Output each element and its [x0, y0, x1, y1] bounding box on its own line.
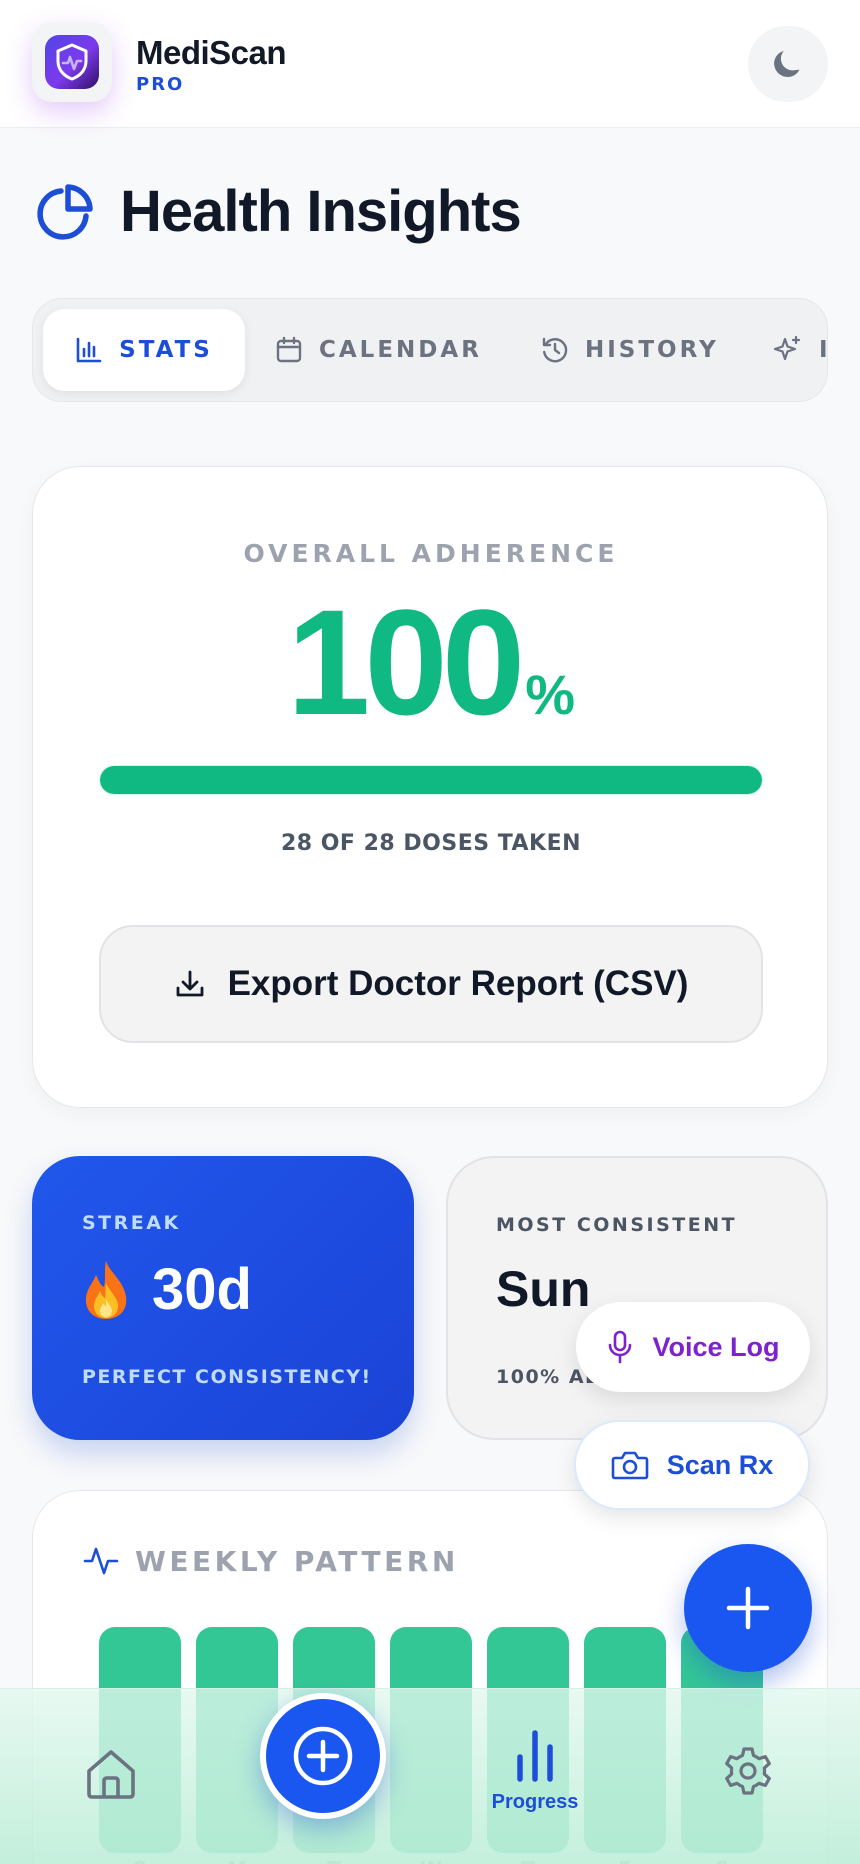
camera-icon — [611, 1451, 649, 1480]
most-consistent-label: MOST CONSISTENT — [496, 1214, 738, 1236]
tab-label: I — [819, 337, 827, 363]
add-circle-icon — [293, 1726, 353, 1786]
streak-note: PERFECT CONSISTENCY! — [82, 1366, 372, 1388]
scan-rx-button[interactable]: Scan Rx — [574, 1420, 810, 1510]
shield-logo-icon — [45, 35, 99, 89]
adherence-label: OVERALL ADHERENCE — [243, 539, 619, 568]
tab-label: HISTORY — [585, 337, 719, 363]
weekly-pattern-header: WEEKLY PATTERN — [83, 1543, 459, 1579]
adherence-progress-fill — [100, 766, 762, 794]
activity-icon — [83, 1547, 119, 1575]
app-header: MediScan PRO — [0, 0, 860, 128]
tab-insights[interactable]: I — [773, 309, 827, 391]
app-logo[interactable] — [32, 22, 112, 102]
adherence-value: 100% — [33, 587, 829, 737]
adherence-percent: 100 — [286, 578, 525, 746]
tab-label: CALENDAR — [319, 337, 482, 363]
progress-bars-icon — [517, 1730, 553, 1782]
calendar-icon — [276, 336, 302, 363]
tab-calendar[interactable]: CALENDAR — [275, 309, 482, 391]
most-consistent-card: MOST CONSISTENT Sun 100% AD — [446, 1156, 828, 1440]
app-name: MediScan — [136, 34, 287, 71]
adherence-unit: % — [525, 663, 576, 726]
export-report-button[interactable]: Export Doctor Report (CSV) — [99, 925, 763, 1043]
bar-chart-icon — [76, 337, 102, 363]
adherence-progress-bar — [99, 765, 763, 795]
adherence-card: OVERALL ADHERENCE 100% 28 OF 28 DOSES TA… — [32, 466, 828, 1108]
quick-add-fab[interactable] — [684, 1544, 812, 1672]
streak-card: STREAK 30d PERFECT CONSISTENCY! — [32, 1156, 414, 1440]
bottom-navigation: Progress — [0, 1688, 860, 1864]
export-label: Export Doctor Report (CSV) — [227, 964, 689, 1003]
page-title: Health Insights — [120, 179, 522, 244]
most-consistent-day: Sun — [496, 1261, 591, 1317]
app-tier-badge: PRO — [136, 74, 185, 95]
tab-stats[interactable]: STATS — [43, 309, 245, 391]
gear-icon[interactable] — [722, 1745, 774, 1797]
plus-icon — [726, 1586, 770, 1630]
doses-taken-text: 28 OF 28 DOSES TAKEN — [280, 831, 582, 856]
tab-label: STATS — [119, 337, 213, 363]
weekly-pattern-title: WEEKLY PATTERN — [135, 1544, 459, 1578]
download-icon — [176, 970, 203, 997]
theme-toggle-button[interactable] — [748, 26, 828, 102]
nav-add-button[interactable] — [260, 1693, 386, 1819]
voice-log-button[interactable]: Voice Log — [576, 1302, 810, 1392]
tab-history[interactable]: HISTORY — [541, 309, 719, 391]
streak-value: 30d — [152, 1257, 252, 1322]
sparkles-icon — [773, 335, 801, 361]
history-icon — [542, 337, 568, 363]
scan-rx-label: Scan Rx — [666, 1449, 774, 1480]
nav-progress-label: Progress — [491, 1791, 579, 1813]
insights-tabs: STATS CALENDAR HISTORY I — [32, 298, 828, 402]
fire-icon — [85, 1260, 127, 1319]
pie-chart-icon — [37, 184, 93, 240]
moon-icon — [774, 51, 800, 78]
streak-label: STREAK — [82, 1212, 181, 1234]
home-icon[interactable] — [84, 1747, 138, 1801]
streak-value-row: 30d — [80, 1256, 252, 1323]
voice-log-label: Voice Log — [652, 1331, 780, 1362]
microphone-icon — [609, 1330, 632, 1364]
nav-item-progress[interactable]: Progress — [478, 1727, 592, 1814]
